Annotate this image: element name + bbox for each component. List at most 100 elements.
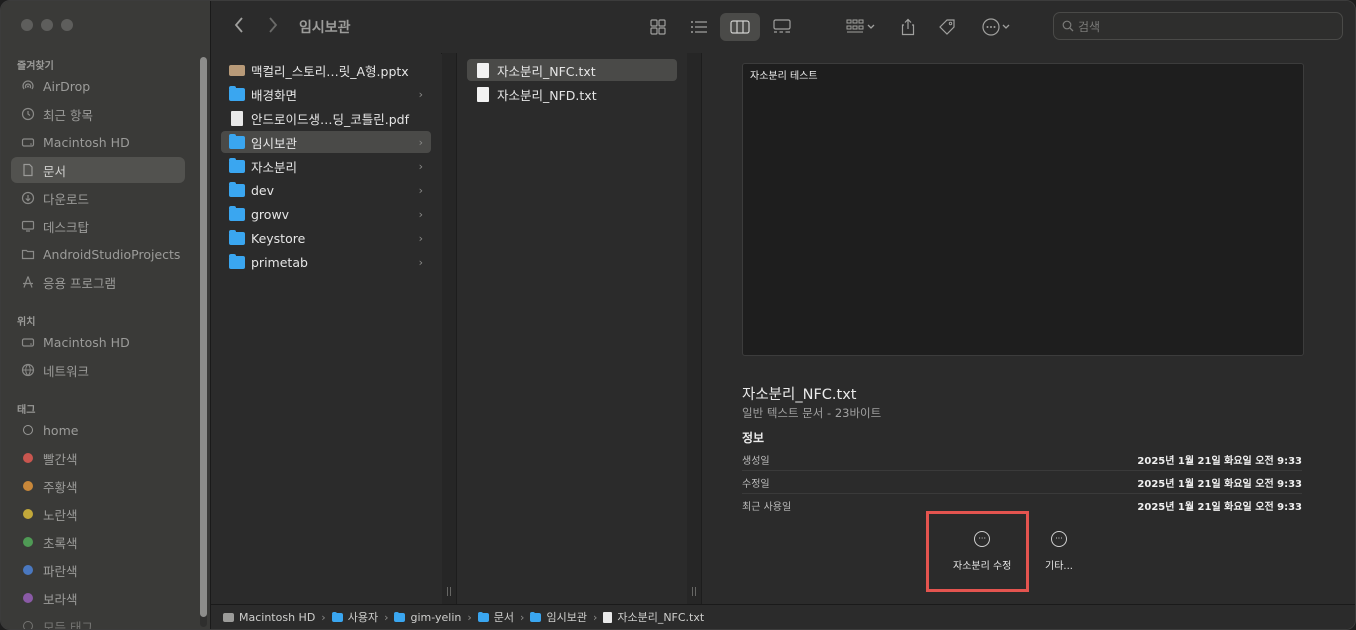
path-crumb[interactable]: 임시보관 ›: [530, 609, 603, 625]
sidebar-item-applications[interactable]: 응용 프로그램: [11, 269, 185, 295]
list-item-label: 임시보관: [251, 135, 298, 151]
sidebar-item-label: 보라색: [43, 591, 78, 607]
path-crumb[interactable]: gim-yelin ›: [394, 611, 477, 624]
folder-icon: [229, 205, 245, 221]
list-item-label: dev: [251, 182, 275, 198]
desktop-icon: [21, 219, 35, 233]
path-bar: Macintosh HD › 사용자 › gim-yelin › 문서 › 임시…: [211, 604, 1355, 629]
list-item-label: growv: [251, 206, 290, 222]
list-item[interactable]: 자소분리_NFD.txt: [467, 83, 677, 105]
list-item[interactable]: Keystore ›: [221, 227, 431, 249]
sidebar-item-location-macintosh-hd[interactable]: Macintosh HD: [11, 329, 185, 355]
group-by-button[interactable]: [841, 13, 881, 41]
sidebar-item-network[interactable]: 네트워크: [11, 357, 185, 383]
folder-icon: [331, 611, 343, 622]
list-item-selected[interactable]: 자소분리_NFC.txt: [467, 59, 677, 81]
path-crumb-label: Macintosh HD: [239, 610, 316, 624]
list-item[interactable]: 안드로이드생…딩_코틀린.pdf: [221, 107, 431, 129]
sidebar-tag-yellow[interactable]: 노란색: [11, 501, 185, 527]
meta-key: 생성일: [742, 455, 770, 467]
sidebar-tag-red[interactable]: 빨간색: [11, 445, 185, 471]
sidebar-section-locations: 위치: [17, 317, 36, 328]
share-icon: [901, 18, 915, 36]
drive-icon: [21, 335, 35, 349]
folder-icon: [229, 85, 245, 101]
sidebar-tag-home[interactable]: home: [11, 417, 185, 443]
list-item[interactable]: 맥컬리_스토리…릿_A형.pptx: [221, 59, 431, 81]
sidebar-scrollbar[interactable]: [200, 57, 207, 627]
list-item-label: 안드로이드생…딩_코틀린.pdf: [251, 111, 409, 127]
search-icon: [1062, 20, 1074, 32]
action-label: 기타...: [1045, 561, 1073, 572]
sidebar-item-airdrop[interactable]: AirDrop: [11, 73, 185, 99]
sidebar-item-androidstudioprojects[interactable]: AndroidStudioProjects: [11, 241, 185, 267]
chevron-right-icon: ›: [467, 610, 472, 624]
sidebar-item-recents[interactable]: 최근 항목: [11, 101, 185, 127]
tag-icon: [939, 19, 955, 35]
sidebar: 즐겨찾기 AirDrop 최근 항목 Macintosh HD 문서 다운로드 …: [1, 1, 211, 629]
column-resize-handle[interactable]: ||: [442, 53, 456, 605]
sidebar-scrollbar-thumb[interactable]: [200, 57, 207, 617]
forward-button[interactable]: [267, 15, 279, 40]
sidebar-item-documents[interactable]: 문서: [11, 157, 185, 183]
sidebar-tag-orange[interactable]: 주황색: [11, 473, 185, 499]
list-item-selected[interactable]: 임시보관 ›: [221, 131, 431, 153]
sidebar-tag-blue[interactable]: 파란색: [11, 557, 185, 583]
path-crumb-label: 자소분리_NFC.txt: [617, 611, 705, 624]
path-crumb-label: gim-yelin: [410, 610, 462, 624]
text-file-icon: [603, 611, 613, 623]
list-view-button[interactable]: [687, 13, 711, 41]
meta-created: 생성일 2025년 1월 21일 화요일 오전 9:33: [742, 448, 1302, 471]
folder-icon: [21, 247, 35, 261]
sidebar-item-label: 파란색: [43, 563, 78, 579]
sidebar-tag-purple[interactable]: 보라색: [11, 585, 185, 611]
sidebar-item-downloads[interactable]: 다운로드: [11, 185, 185, 211]
more-actions-button[interactable]: [977, 13, 1015, 41]
folder-icon: [394, 611, 406, 622]
chevron-down-icon: [867, 24, 875, 29]
back-button[interactable]: [233, 15, 245, 40]
zoom-window-button[interactable]: [61, 19, 73, 31]
ellipsis-circle-icon: ···: [1050, 531, 1067, 547]
sidebar-tag-green[interactable]: 초록색: [11, 529, 185, 555]
chevron-right-icon: ›: [321, 610, 326, 624]
sidebar-item-label: Macintosh HD: [43, 134, 130, 150]
gallery-view-button[interactable]: [769, 13, 795, 41]
share-button[interactable]: [897, 13, 919, 41]
sidebar-item-macintosh-hd[interactable]: Macintosh HD: [11, 129, 185, 155]
list-item[interactable]: 배경화면 ›: [221, 83, 431, 105]
window-controls: [21, 19, 73, 31]
path-crumb-label: 임시보관: [546, 611, 587, 624]
column-resize-handle[interactable]: ||: [687, 53, 701, 605]
grid-icon: [650, 19, 666, 35]
group-icon: [846, 19, 864, 33]
path-crumb[interactable]: 사용자 ›: [331, 609, 395, 625]
column-temp-folder: 자소분리_NFC.txt 자소분리_NFD.txt: [456, 53, 687, 605]
sidebar-item-label: AirDrop: [43, 78, 91, 94]
list-item[interactable]: 자소분리 ›: [221, 155, 431, 177]
icon-view-button[interactable]: [647, 13, 669, 41]
drive-icon: [21, 135, 35, 149]
close-window-button[interactable]: [21, 19, 33, 31]
path-crumb[interactable]: 문서 ›: [477, 609, 531, 625]
sidebar-tag-all[interactable]: 모든 태그...: [11, 613, 185, 629]
path-crumb[interactable]: 자소분리_NFC.txt: [603, 609, 704, 625]
list-item-label: Keystore: [251, 230, 306, 246]
preview-file-name: 자소분리_NFC.txt: [742, 387, 857, 403]
list-item-label: primetab: [251, 254, 308, 270]
sidebar-item-desktop[interactable]: 데스크탑: [11, 213, 185, 239]
tag-button[interactable]: [935, 13, 959, 41]
chevron-right-icon: ›: [418, 231, 423, 245]
tag-dot-icon: [23, 509, 33, 519]
file-preview: 자소분리 테스트: [742, 63, 1304, 356]
action-more-button[interactable]: ··· 기타...: [1045, 531, 1073, 572]
search-field[interactable]: 검색: [1053, 12, 1343, 40]
tag-dot-icon: [23, 481, 33, 491]
list-item[interactable]: dev ›: [221, 179, 431, 201]
path-crumb[interactable]: Macintosh HD ›: [223, 611, 332, 624]
list-item[interactable]: growv ›: [221, 203, 431, 225]
download-icon: [21, 191, 35, 205]
minimize-window-button[interactable]: [41, 19, 53, 31]
list-item[interactable]: primetab ›: [221, 251, 431, 273]
column-view-button[interactable]: [720, 13, 760, 41]
